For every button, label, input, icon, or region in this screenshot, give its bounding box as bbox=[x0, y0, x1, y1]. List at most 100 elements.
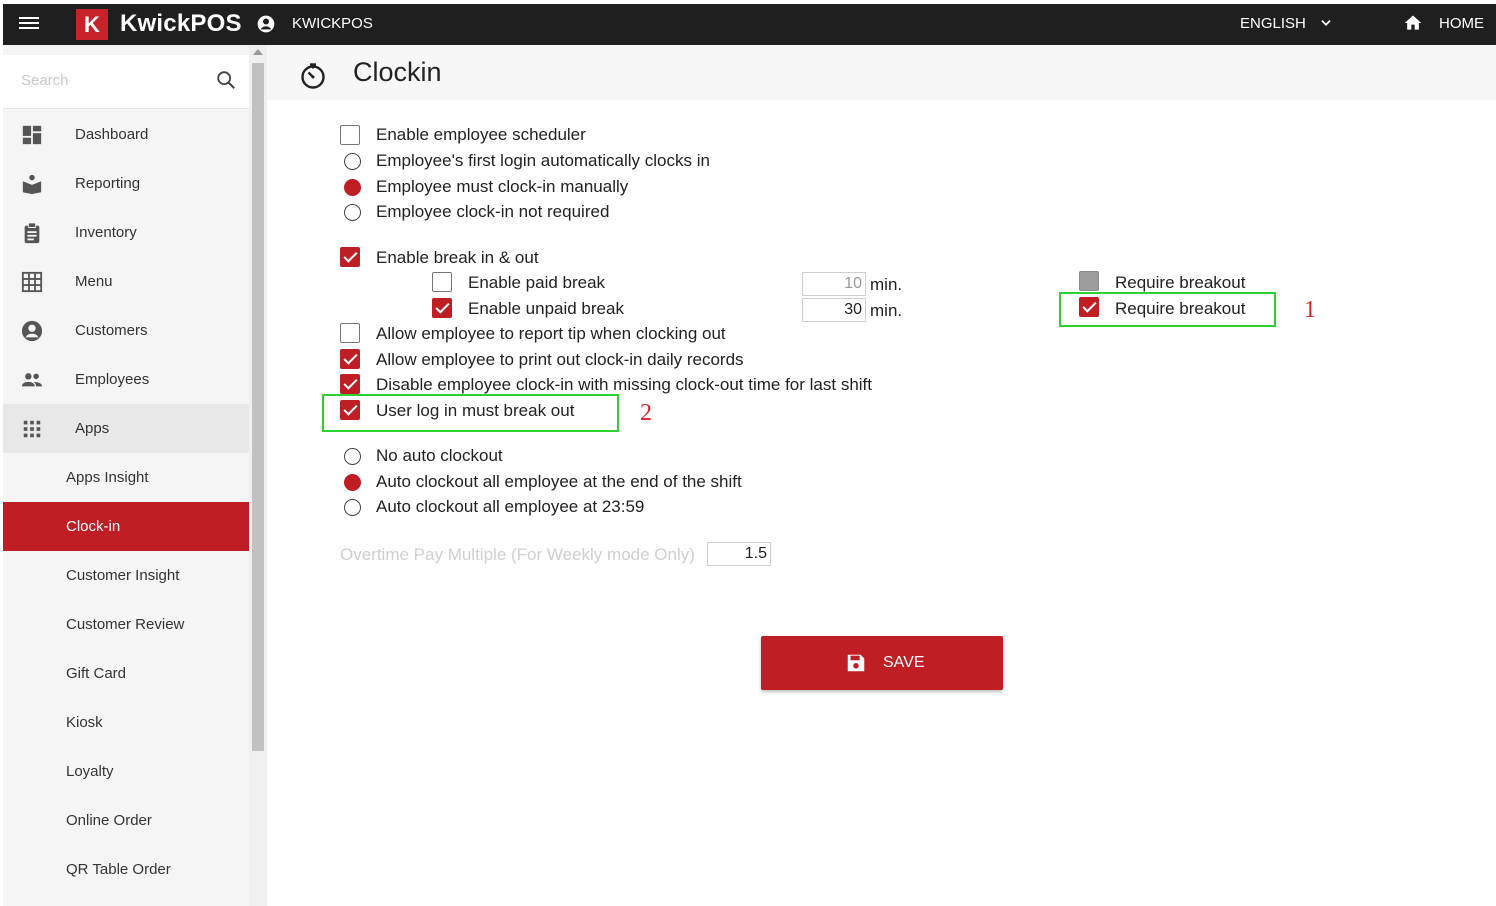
paid-require-breakout-checkbox[interactable] bbox=[1079, 271, 1099, 291]
annotation-number-2: 2 bbox=[640, 400, 652, 426]
sidebar-item-label: Dashboard bbox=[75, 126, 149, 143]
home-icon[interactable] bbox=[1403, 13, 1423, 33]
clipboard-icon bbox=[24, 222, 40, 244]
overtime-multiple-input[interactable] bbox=[707, 542, 771, 566]
sidebar-item-inventory[interactable]: Inventory bbox=[3, 208, 249, 257]
sidebar-item-label: Customers bbox=[75, 322, 148, 339]
print-records-label: Allow employee to print out clock-in dai… bbox=[376, 350, 744, 369]
paid-break-unit: min. bbox=[870, 275, 903, 294]
sidebar-item-label: Apps bbox=[75, 420, 110, 437]
clockin-mode-auto-radio[interactable] bbox=[344, 153, 361, 170]
page-header: Clockin bbox=[267, 45, 1496, 100]
top-bar: K KwickPOS KWICKPOS ENGLISH HOME bbox=[3, 4, 1496, 45]
highlight-box-require-breakout bbox=[1059, 292, 1276, 327]
reporting-icon bbox=[22, 174, 42, 195]
search-input[interactable] bbox=[21, 67, 211, 93]
sidebar-subitem-customer-review[interactable]: Customer Review bbox=[3, 600, 249, 649]
enable-break-checkbox[interactable] bbox=[340, 247, 360, 267]
print-records-checkbox[interactable] bbox=[340, 349, 360, 369]
sidebar-subitem-qr-table-order[interactable]: QR Table Order bbox=[3, 845, 249, 894]
clockin-mode-label: Employee must clock-in manually bbox=[376, 177, 629, 196]
scroll-up-arrow-icon[interactable] bbox=[253, 49, 263, 55]
auto-clockout-end-of-shift-radio[interactable] bbox=[344, 474, 361, 491]
auto-clockout-none-radio[interactable] bbox=[344, 448, 361, 465]
search-bar bbox=[3, 55, 249, 109]
scrollbar-thumb[interactable] bbox=[252, 63, 264, 751]
unpaid-break-minutes-input[interactable] bbox=[802, 298, 866, 322]
logo-mark: K bbox=[76, 9, 108, 40]
paid-break-checkbox[interactable] bbox=[432, 272, 452, 292]
sidebar-subitem-online-order[interactable]: Online Order bbox=[3, 796, 249, 845]
save-button-label: SAVE bbox=[883, 654, 925, 671]
clockin-mode-label: Employee's first login automatically clo… bbox=[376, 151, 710, 170]
auto-clockout-2359-radio[interactable] bbox=[344, 499, 361, 516]
auto-clockout-label: Auto clockout all employee at the end of… bbox=[376, 472, 742, 491]
people-icon bbox=[21, 373, 43, 387]
apps-icon bbox=[23, 420, 41, 438]
clockin-mode-manual-radio[interactable] bbox=[344, 179, 361, 196]
enable-scheduler-checkbox[interactable] bbox=[340, 125, 360, 145]
sidebar-subitem-label: Customer Insight bbox=[66, 567, 180, 584]
clockin-mode-label: Employee clock-in not required bbox=[376, 202, 610, 221]
account-circle-icon[interactable] bbox=[256, 14, 276, 34]
dashboard-icon bbox=[22, 125, 42, 145]
sidebar-subitem-label: Kiosk bbox=[66, 714, 103, 731]
grid-icon bbox=[21, 271, 43, 293]
highlight-box-must-break-out bbox=[322, 394, 619, 432]
sidebar-item-label: Inventory bbox=[75, 224, 137, 241]
sidebar-subitem-loyalty[interactable]: Loyalty bbox=[3, 747, 249, 796]
enable-break-label: Enable break in & out bbox=[376, 248, 539, 267]
save-button[interactable]: SAVE bbox=[761, 636, 1003, 690]
account-name[interactable]: KWICKPOS bbox=[292, 15, 373, 32]
sidebar-subitem-gift-card[interactable]: Gift Card bbox=[3, 649, 249, 698]
hamburger-menu-icon[interactable] bbox=[19, 14, 39, 34]
timer-icon bbox=[301, 63, 325, 89]
sidebar-subitem-label: Customer Review bbox=[66, 616, 185, 633]
unpaid-break-label: Enable unpaid break bbox=[468, 299, 624, 318]
floppy-disk-icon bbox=[847, 654, 865, 672]
sidebar-subitem-label: QR Table Order bbox=[66, 861, 171, 878]
sidebar-subitem-label: Loyalty bbox=[66, 763, 114, 780]
sidebar-item-label: Reporting bbox=[75, 175, 141, 192]
auto-clockout-label: Auto clockout all employee at 23:59 bbox=[376, 497, 645, 516]
unpaid-break-unit: min. bbox=[870, 301, 903, 320]
brand-name: KwickPOS bbox=[120, 10, 242, 37]
overtime-multiple-label: Overtime Pay Multiple (For Weekly mode O… bbox=[340, 545, 695, 564]
clockin-mode-not-required-radio[interactable] bbox=[344, 204, 361, 221]
annotation-number-1: 1 bbox=[1304, 297, 1316, 323]
paid-break-minutes-input[interactable] bbox=[802, 272, 866, 296]
sidebar-scrollbar[interactable] bbox=[249, 45, 267, 906]
sidebar-subitem-label: Online Order bbox=[66, 812, 152, 829]
sidebar-item-label: Employees bbox=[75, 371, 150, 388]
sidebar-subitem-label: Apps Insight bbox=[66, 469, 149, 486]
paid-require-breakout-label: Require breakout bbox=[1115, 273, 1246, 292]
paid-break-label: Enable paid break bbox=[468, 273, 606, 292]
sidebar-item-apps[interactable]: Apps bbox=[3, 404, 249, 453]
account-circle-icon bbox=[21, 320, 43, 342]
report-tip-label: Allow employee to report tip when clocki… bbox=[376, 324, 726, 343]
sidebar-subitem-apps-insight[interactable]: Apps Insight bbox=[3, 453, 249, 502]
sidebar-item-reporting[interactable]: Reporting bbox=[3, 159, 249, 208]
sidebar-item-menu[interactable]: Menu bbox=[3, 257, 249, 306]
search-icon[interactable] bbox=[215, 69, 237, 91]
sidebar-item-dashboard[interactable]: Dashboard bbox=[3, 110, 249, 159]
chevron-down-icon[interactable] bbox=[1319, 16, 1333, 30]
sidebar-subitem-kiosk[interactable]: Kiosk bbox=[3, 698, 249, 747]
language-selector[interactable]: ENGLISH bbox=[1240, 15, 1306, 32]
sidebar-subitem-label: Clock-in bbox=[66, 518, 121, 535]
auto-clockout-label: No auto clockout bbox=[376, 446, 503, 465]
sidebar-subitem-clock-in[interactable]: Clock-in bbox=[3, 502, 249, 551]
home-link[interactable]: HOME bbox=[1439, 15, 1484, 32]
page-title: Clockin bbox=[353, 57, 442, 87]
sidebar-item-employees[interactable]: Employees bbox=[3, 355, 249, 404]
report-tip-checkbox[interactable] bbox=[340, 323, 360, 343]
sidebar-item-customers[interactable]: Customers bbox=[3, 306, 249, 355]
enable-scheduler-label: Enable employee scheduler bbox=[376, 125, 586, 144]
sidebar: Dashboard Reporting Inventory Menu Custo… bbox=[3, 45, 249, 906]
unpaid-break-checkbox[interactable] bbox=[432, 298, 452, 318]
sidebar-subitem-customer-insight[interactable]: Customer Insight bbox=[3, 551, 249, 600]
sidebar-item-label: Menu bbox=[75, 273, 113, 290]
disable-missing-clockout-checkbox[interactable] bbox=[340, 374, 360, 394]
disable-missing-clockout-label: Disable employee clock-in with missing c… bbox=[376, 375, 873, 394]
sidebar-subitem-label: Gift Card bbox=[66, 665, 127, 682]
